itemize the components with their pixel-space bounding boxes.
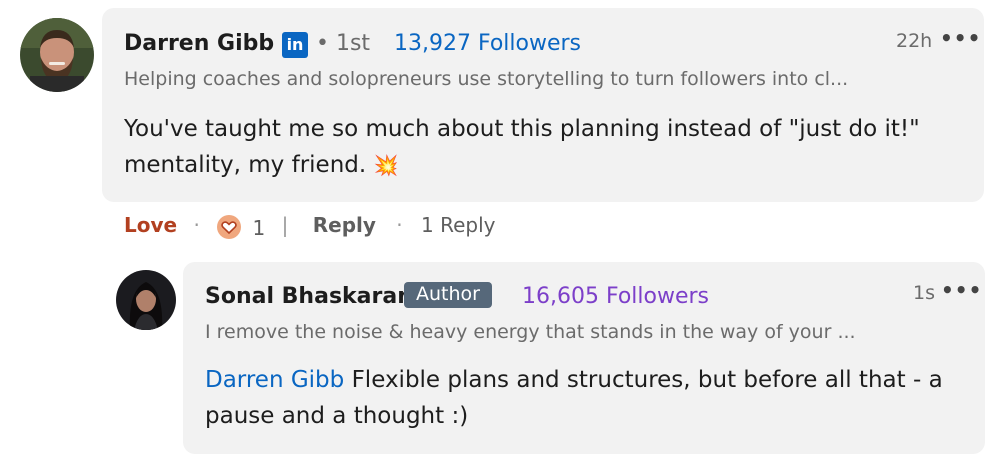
reply-bubble: Sonal Bhaskaran Author 16,605 Followers … — [183, 262, 985, 454]
author-badge: Author — [404, 282, 492, 308]
reply-more-options-icon[interactable]: ••• — [941, 278, 982, 302]
darren-gibb-avatar[interactable] — [20, 18, 94, 92]
love-reaction-icon — [217, 214, 242, 239]
comment-actions: Love · 1 | Reply · 1 Reply — [124, 213, 496, 240]
comment-timestamp: 22h — [896, 30, 933, 52]
linkedin-icon: in — [282, 32, 308, 58]
comment-more-options-icon[interactable]: ••• — [940, 26, 981, 50]
sonal-bhaskaran-avatar[interactable] — [116, 270, 176, 330]
collision-emoji-icon: 💥 — [373, 153, 399, 177]
comment-text-line-2: mentality, my friend. 💥 — [124, 152, 399, 178]
comment-bubble: Darren Gibb in • 1st 13,927 Followers 22… — [102, 8, 984, 202]
connection-degree: • 1st — [316, 31, 371, 56]
action-divider: | — [281, 213, 289, 237]
reply-text-line-2: pause and a thought :) — [205, 403, 469, 429]
comment-author-headline: Helping coaches and solopreneurs use sto… — [124, 68, 849, 90]
comment-text: You've taught me so much about this plan… — [124, 111, 964, 183]
replies-count-link[interactable]: 1 Reply — [421, 213, 495, 237]
reply-author-headline: I remove the noise & heavy energy that s… — [205, 321, 856, 343]
reply-timestamp: 1s — [913, 282, 935, 304]
comment-author-name[interactable]: Darren Gibb — [124, 31, 274, 56]
reply-author-name[interactable]: Sonal Bhaskaran — [205, 284, 413, 309]
reaction-count: 1 — [252, 215, 266, 240]
reply-text-line-1: Darren Gibb Flexible plans and structure… — [205, 367, 943, 393]
mention-link[interactable]: Darren Gibb — [205, 367, 344, 393]
comment-author-followers[interactable]: 13,927 Followers — [394, 31, 581, 56]
comment-text-line-1: You've taught me so much about this plan… — [124, 116, 920, 142]
reply-author-followers[interactable]: 16,605 Followers — [522, 284, 709, 309]
reply-text: Darren Gibb Flexible plans and structure… — [205, 362, 965, 434]
reply-button[interactable]: Reply — [313, 213, 376, 237]
love-reaction-button[interactable]: Love — [124, 213, 177, 237]
reactions-summary[interactable]: 1 — [216, 214, 265, 240]
